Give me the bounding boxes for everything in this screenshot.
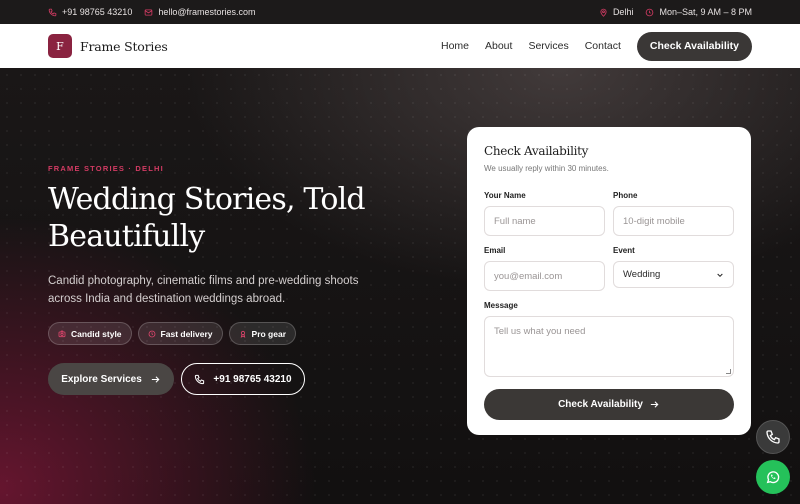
topbar-email-text: hello@framestories.com [158,7,256,17]
chevron-down-icon [717,273,723,277]
phone-input[interactable]: 10-digit mobile [613,206,734,236]
explore-services-button[interactable]: Explore Services [48,363,174,395]
hero-description: Candid photography, cinematic films and … [48,275,359,305]
map-pin-icon [600,8,607,17]
event-select-value: Wedding [623,269,661,280]
hero-content: FRAME STORIES · DELHI Wedding Stories, T… [48,164,408,395]
event-select[interactable]: Wedding [613,261,734,288]
message-textarea[interactable]: Tell us what you need [484,316,734,377]
hero-eyebrow: FRAME STORIES · DELHI [48,164,164,173]
contact-info: +91 98765 43210 hello@framestories.com [48,7,256,17]
topbar-phone-text: +91 98765 43210 [62,7,133,17]
main-nav: F Frame Stories Home About Services Cont… [0,24,800,68]
floating-call-button[interactable] [756,420,790,454]
email-label: Email [484,246,506,255]
hero: FRAME STORIES · DELHI Wedding Stories, T… [0,68,800,504]
nav-link-about[interactable]: About [485,40,512,52]
top-bar: +91 98765 43210 hello@framestories.com D… [0,0,800,24]
phone-icon [195,374,205,384]
brand-name: Frame Stories [80,38,168,54]
chip-candid-style: Candid style [48,322,132,345]
submit-label: Check Availability [558,399,643,410]
phone-icon [48,8,57,16]
mail-icon [145,8,153,16]
topbar-hours-text: Mon–Sat, 9 AM – 8 PM [659,7,752,17]
chip-label: Pro gear [251,328,287,339]
topbar-hours: Mon–Sat, 9 AM – 8 PM [645,7,752,17]
phone-field: Phone 10-digit mobile [613,191,734,236]
chip-pro-gear: Pro gear [228,322,297,345]
feature-chips: Candid style Fast delivery Pro gear [48,322,408,345]
arrow-right-icon [151,375,160,383]
logo: F [48,34,72,58]
message-label: Message [484,301,518,310]
topbar-location: Delhi [599,7,634,17]
name-input[interactable]: Full name [484,206,605,236]
phone-label: Phone [613,191,638,200]
topbar-location-text: Delhi [612,7,634,17]
event-label: Event [613,246,635,255]
name-label: Your Name [484,191,526,200]
phone-icon [766,430,780,444]
nav-check-availability-button[interactable]: Check Availability [636,31,752,61]
nav-link-services[interactable]: Services [528,40,568,52]
availability-form-card: Check Availability We usually reply with… [467,127,751,435]
award-icon [240,330,245,338]
nav-menu: Home About Services Contact Check Availa… [441,31,752,61]
whatsapp-icon [766,471,780,484]
nav-link-contact[interactable]: Contact [585,40,621,52]
topbar-email[interactable]: hello@framestories.com [144,7,256,17]
explore-services-label: Explore Services [61,373,142,385]
clock-icon [148,330,155,337]
form-row-2: Email you@email.com Event Wedding [484,246,734,291]
chip-label: Candid style [71,328,122,339]
email-field: Email you@email.com [484,246,605,291]
event-field: Event Wedding [613,246,734,291]
hero-headline: Wedding Stories, Told Beautifully [48,182,366,254]
form-subtitle: We usually reply within 30 minutes. [484,164,609,173]
topbar-phone[interactable]: +91 98765 43210 [48,7,132,17]
resize-handle[interactable] [726,369,731,374]
floating-whatsapp-button[interactable] [756,460,790,494]
nav-link-home[interactable]: Home [441,40,469,52]
brand[interactable]: F Frame Stories [48,34,168,58]
chip-label: Fast delivery [160,328,213,339]
camera-icon [58,330,66,337]
form-title: Check Availability [484,144,589,158]
message-field: Message Tell us what you need [484,301,734,377]
clock-icon [646,8,654,16]
name-field: Your Name Full name [484,191,605,236]
message-placeholder: Tell us what you need [494,326,586,337]
hero-actions: Explore Services +91 98765 43210 [48,363,408,395]
chip-fast-delivery: Fast delivery [137,322,223,345]
location-hours: Delhi Mon–Sat, 9 AM – 8 PM [599,7,752,17]
arrow-right-icon [650,401,659,408]
call-phone-button[interactable]: +91 98765 43210 [181,363,305,395]
email-input[interactable]: you@email.com [484,261,605,291]
submit-check-availability-button[interactable]: Check Availability [484,389,734,420]
call-phone-label: +91 98765 43210 [213,373,292,385]
form-row-1: Your Name Full name Phone 10-digit mobil… [484,191,734,236]
